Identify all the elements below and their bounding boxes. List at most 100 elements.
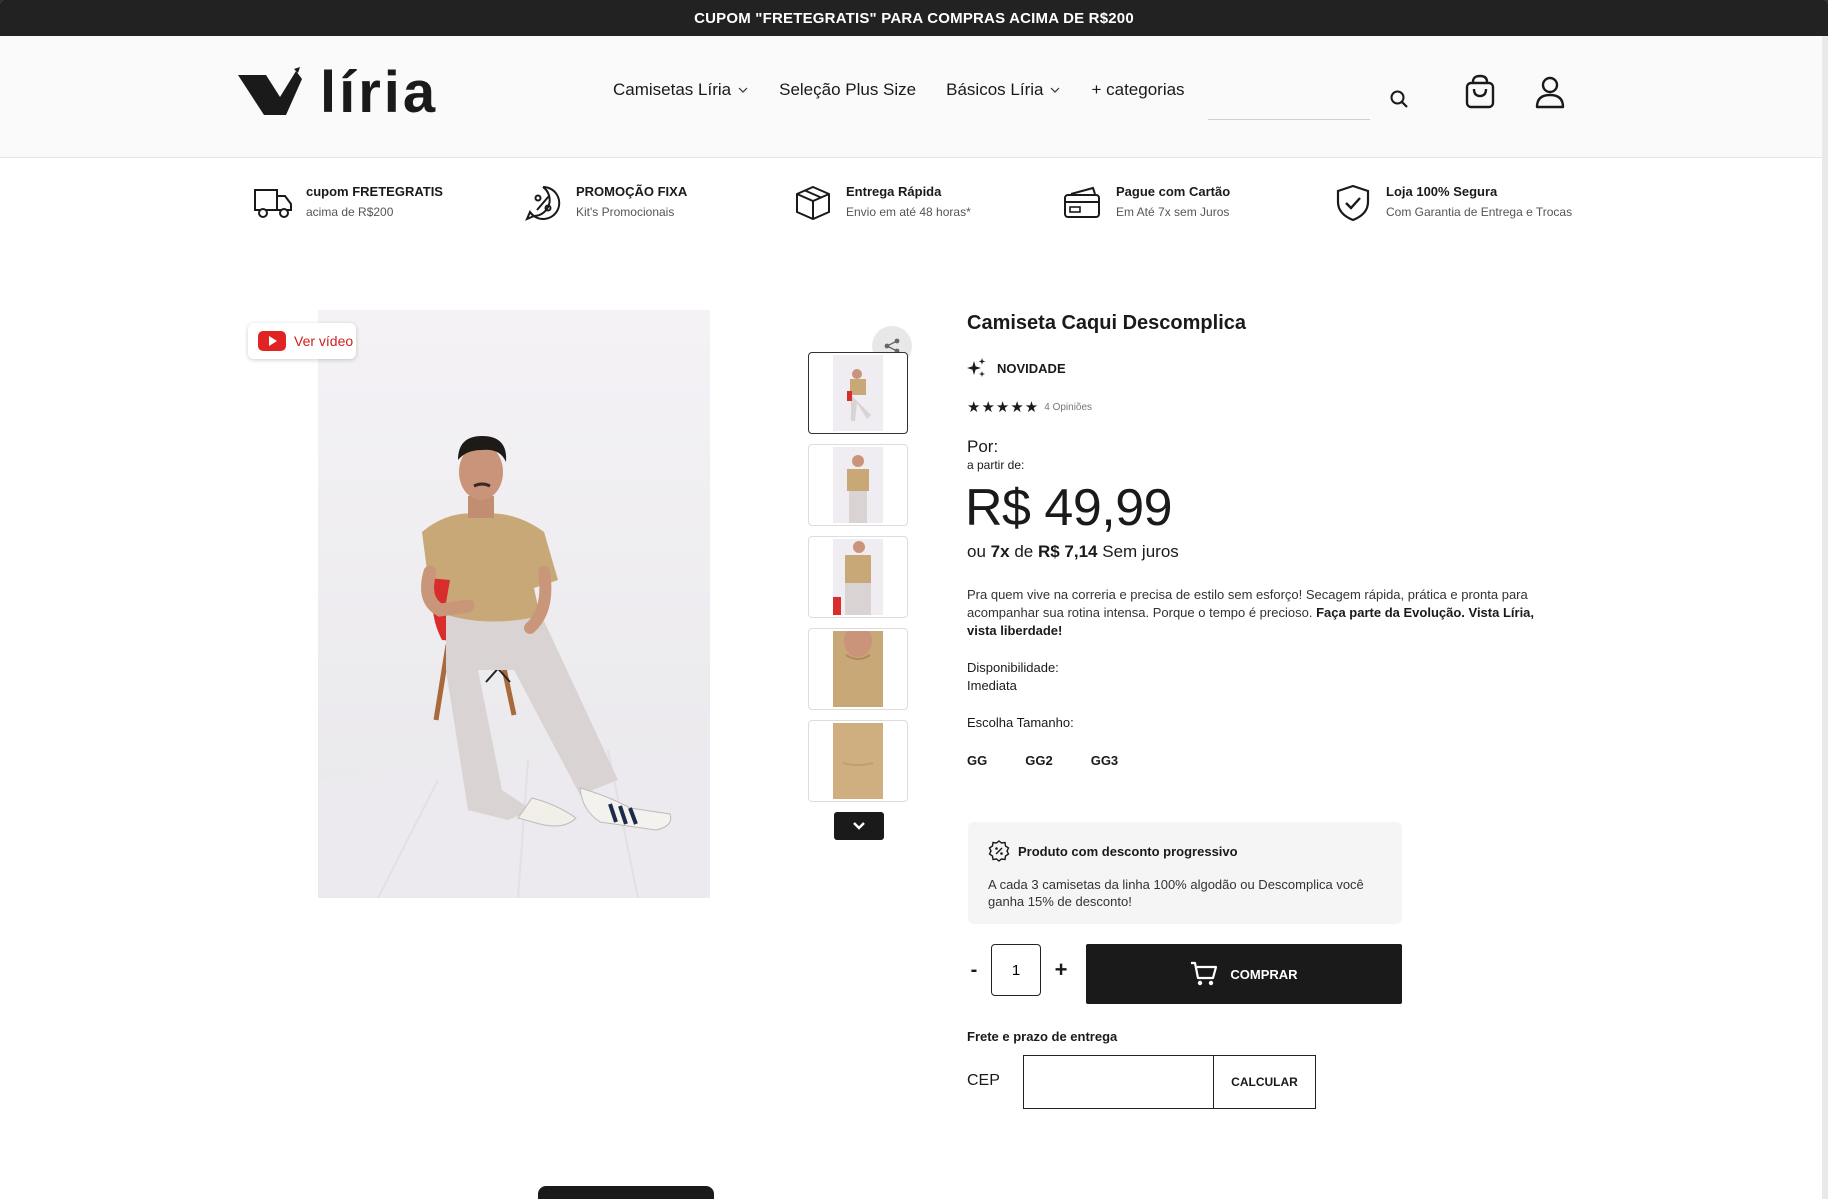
size-label: Escolha Tamanho: xyxy=(967,715,1074,730)
size-option-gg3[interactable]: GG3 xyxy=(1079,744,1130,776)
promo-title: Produto com desconto progressivo xyxy=(988,840,1382,862)
thumbnail-list xyxy=(808,352,908,812)
page: CUPOM "FRETEGRATIS" PARA COMPRAS ACIMA D… xyxy=(0,0,1828,1199)
price-from: a partir de: xyxy=(967,458,1025,472)
search-button[interactable] xyxy=(1384,84,1414,114)
thumbnail-2[interactable] xyxy=(808,444,908,526)
main-product-image[interactable] xyxy=(318,310,710,898)
chevron-down-icon xyxy=(1051,87,1060,93)
price-prefix: Por: xyxy=(967,437,999,456)
progressive-discount-box: Produto com desconto progressivo A cada … xyxy=(968,822,1402,924)
model-photo xyxy=(318,310,710,898)
logo-text: líria xyxy=(320,60,439,125)
promo-text: A cada 3 camisetas da linha 100% algodão… xyxy=(988,877,1364,909)
badge-label: NOVIDADE xyxy=(997,360,1066,376)
benefit-subtitle: Em Até 7x sem Juros xyxy=(1116,205,1230,219)
shipping-label: Frete e prazo de entrega xyxy=(967,1029,1118,1044)
cart-button[interactable] xyxy=(1462,74,1498,110)
review-count: 4 Opiniões xyxy=(1044,401,1093,413)
installment-info: ou 7x de R$ 7,14 Sem juros xyxy=(967,542,1179,562)
credit-card-icon xyxy=(1064,186,1100,218)
announcement-text: CUPOM "FRETEGRATIS" PARA COMPRAS ACIMA D… xyxy=(694,9,1134,27)
benefit-subtitle: Kit's Promocionais xyxy=(576,205,675,219)
main-nav: Camisetas Líria Seleção Plus Size Básico… xyxy=(613,80,1215,100)
benefits-bar: cupom FRETEGRATIS acima de R$200 PROMOÇÃ… xyxy=(252,182,1592,228)
quantity-decrease-button[interactable]: - xyxy=(966,956,982,984)
thumbnail-image xyxy=(833,723,883,799)
account-button[interactable] xyxy=(1532,74,1568,110)
calculate-shipping-button[interactable]: CALCULAR xyxy=(1213,1055,1316,1109)
benefit-title: Loja 100% Segura xyxy=(1386,184,1498,199)
benefit-subtitle: Com Garantia de Entrega e Trocas xyxy=(1386,205,1573,219)
product-price: R$ 49,99 xyxy=(965,479,1173,537)
buy-button[interactable]: COMPRAR xyxy=(1086,944,1402,1004)
discount-badge-icon xyxy=(988,840,1010,862)
watch-video-button[interactable]: Ver vídeo xyxy=(248,323,356,359)
logo[interactable]: líria xyxy=(236,64,442,122)
product-description: Pra quem vive na correria e precisa de e… xyxy=(967,586,1567,640)
rating[interactable]: ★★★★★ 4 Opiniões xyxy=(967,398,1092,416)
nav-label: Camisetas Líria xyxy=(613,80,732,99)
nav-selecao-plus-size[interactable]: Seleção Plus Size xyxy=(779,80,916,100)
truck-icon xyxy=(254,189,292,218)
benefit-title: Entrega Rápida xyxy=(846,184,942,199)
thumbnail-image xyxy=(833,447,883,523)
sparkles-icon xyxy=(967,358,986,377)
quantity-input[interactable] xyxy=(991,944,1041,996)
chevron-down-icon xyxy=(853,822,865,830)
cep-label: CEP xyxy=(967,1072,1000,1089)
benefit-card-payment: Pague com Cartão Em Até 7x sem Juros xyxy=(1062,182,1230,224)
availability-value: Imediata xyxy=(967,678,1017,693)
nav-label: Seleção Plus Size xyxy=(779,80,917,99)
benefit-title: Pague com Cartão xyxy=(1116,184,1231,199)
installment-prefix: ou xyxy=(967,542,986,561)
nav-camisetas-liria[interactable]: Camisetas Líria xyxy=(613,80,749,100)
new-badge: NOVIDADE xyxy=(967,358,1066,378)
benefit-title: cupom FRETEGRATIS xyxy=(306,184,443,199)
page-scrollbar[interactable] xyxy=(1822,36,1828,1199)
search-icon xyxy=(1390,90,1408,108)
thumbnail-5[interactable] xyxy=(808,720,908,802)
thumbnail-1[interactable] xyxy=(808,352,908,434)
cart-icon xyxy=(1191,961,1218,986)
nav-label: + categorias xyxy=(1091,80,1185,99)
availability-label: Disponibilidade: xyxy=(967,660,1059,675)
thumbnail-image xyxy=(833,355,883,431)
size-option-gg2[interactable]: GG2 xyxy=(1013,744,1064,776)
site-header: líria Camisetas Líria Seleção Plus Size … xyxy=(0,36,1828,158)
user-icon xyxy=(1535,76,1565,109)
installment-suffix: Sem juros xyxy=(1102,542,1179,561)
box-icon xyxy=(796,185,830,221)
nav-basicos-liria[interactable]: Básicos Líria xyxy=(946,80,1061,100)
youtube-play-icon xyxy=(258,331,286,351)
thumbnails-next-button[interactable] xyxy=(834,812,884,840)
benefit-subtitle: acima de R$200 xyxy=(306,205,394,219)
star-rating-icon: ★★★★★ xyxy=(967,399,1040,416)
nav-label: Básicos Líria xyxy=(946,80,1044,99)
cep-input[interactable] xyxy=(1023,1055,1215,1109)
installment-value: R$ 7,14 xyxy=(1037,542,1098,561)
nav-mais-categorias[interactable]: + categorias xyxy=(1091,80,1184,100)
percent-badge-icon xyxy=(525,185,561,221)
bird-logo-icon xyxy=(238,67,302,115)
installment-times: 7x xyxy=(990,542,1010,561)
benefit-subtitle: Envio em até 48 horas* xyxy=(846,205,971,219)
search-input[interactable] xyxy=(1208,90,1370,120)
chevron-down-icon xyxy=(738,87,748,93)
announcement-bar: CUPOM "FRETEGRATIS" PARA COMPRAS ACIMA D… xyxy=(0,0,1828,36)
thumbnail-4[interactable] xyxy=(808,628,908,710)
thumbnail-3[interactable] xyxy=(808,536,908,618)
shopping-bag-icon xyxy=(1465,74,1495,109)
buy-label: COMPRAR xyxy=(1230,966,1298,982)
installment-middle: de xyxy=(1014,542,1034,561)
thumbnail-image xyxy=(833,631,883,707)
watch-video-label: Ver vídeo xyxy=(294,333,354,349)
size-option-gg[interactable]: GG xyxy=(955,744,999,776)
benefit-title: PROMOÇÃO FIXA xyxy=(576,184,688,199)
shield-check-icon xyxy=(1336,184,1370,222)
benefit-promo: PROMOÇÃO FIXA Kit's Promocionais xyxy=(522,182,687,224)
product-title: Camiseta Caqui Descomplica xyxy=(967,312,1246,334)
quantity-increase-button[interactable]: + xyxy=(1052,956,1070,984)
floating-tab[interactable] xyxy=(538,1186,714,1199)
benefit-free-shipping: cupom FRETEGRATIS acima de R$200 xyxy=(252,182,443,224)
